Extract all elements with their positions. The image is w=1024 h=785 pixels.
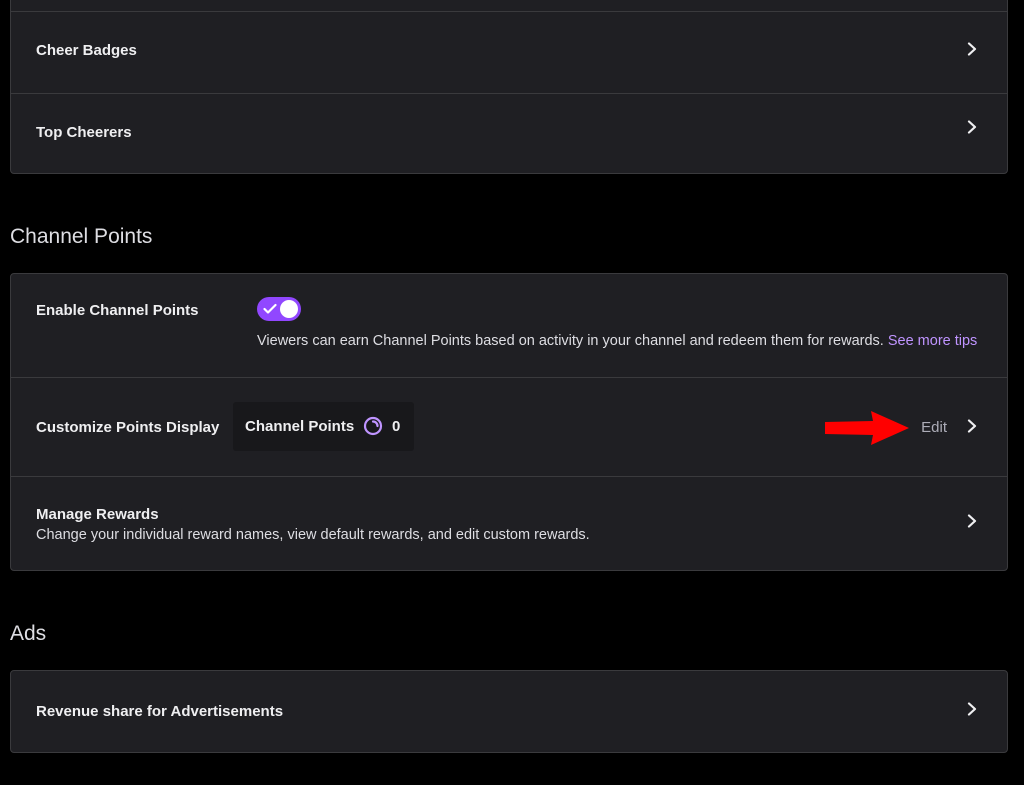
see-more-tips-link[interactable]: See more tips xyxy=(888,333,977,349)
top-cheerers-row[interactable]: Top Cheerers xyxy=(11,93,1007,173)
manage-rewards-description: Change your individual reward names, vie… xyxy=(36,527,590,543)
manage-rewards-label: Manage Rewards xyxy=(36,506,159,523)
points-preview-name: Channel Points xyxy=(245,418,355,435)
channel-points-section-title: Channel Points xyxy=(10,225,153,248)
points-preview-count: 0 xyxy=(392,418,401,435)
enable-channel-points-description: Viewers can earn Channel Points based on… xyxy=(257,333,884,349)
chevron-right-icon[interactable] xyxy=(965,120,979,134)
enable-channel-points-toggle[interactable] xyxy=(257,297,301,321)
top-cheerers-label: Top Cheerers xyxy=(36,124,132,141)
cheer-badges-label: Cheer Badges xyxy=(36,42,137,59)
edit-points-display-button[interactable]: Edit xyxy=(921,419,947,436)
red-arrow-icon xyxy=(825,411,909,445)
revenue-share-label: Revenue share for Advertisements xyxy=(36,703,284,720)
cheer-badges-row[interactable]: Cheer Badges xyxy=(11,11,1007,93)
points-display-preview: Channel Points 0 xyxy=(233,402,414,451)
chevron-right-icon[interactable] xyxy=(965,419,979,433)
channel-points-icon xyxy=(363,416,383,436)
channel-points-card: Enable Channel Points Viewers can earn C… xyxy=(10,273,1008,571)
customize-points-display-label: Customize Points Display xyxy=(36,419,220,436)
check-icon xyxy=(263,303,277,314)
enable-channel-points-row: Enable Channel Points Viewers can earn C… xyxy=(11,274,1007,377)
ads-section-title: Ads xyxy=(10,622,47,645)
revenue-share-row[interactable]: Revenue share for Advertisements xyxy=(11,671,1007,752)
ads-card: Revenue share for Advertisements xyxy=(10,670,1008,753)
chevron-right-icon[interactable] xyxy=(965,42,979,56)
enable-channel-points-label: Enable Channel Points xyxy=(36,302,199,319)
chevron-right-icon[interactable] xyxy=(965,514,979,528)
enable-channel-points-description-line: Viewers can earn Channel Points based on… xyxy=(257,333,977,349)
manage-rewards-row[interactable]: Manage Rewards Change your individual re… xyxy=(11,476,1007,570)
customize-points-display-row[interactable]: Customize Points Display Channel Points … xyxy=(11,377,1007,476)
bits-settings-card: Cheer Badges Top Cheerers xyxy=(10,0,1008,174)
chevron-right-icon[interactable] xyxy=(965,702,979,716)
toggle-knob xyxy=(280,300,298,318)
